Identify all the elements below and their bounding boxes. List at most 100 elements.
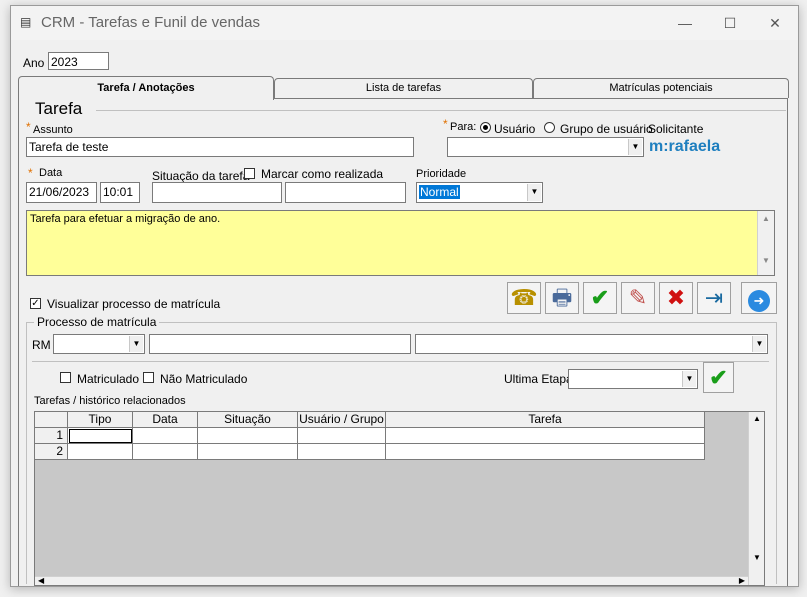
table-cell[interactable] [298, 444, 386, 460]
assunto-label: Assunto [33, 124, 73, 136]
minimize-button[interactable]: — [670, 12, 700, 34]
check-icon: ✔ [590, 285, 610, 310]
usuario-label: Usuário [494, 122, 536, 136]
table-cell[interactable] [198, 444, 298, 460]
prioridade-label: Prioridade [416, 168, 467, 180]
ultima-etapa-select[interactable]: ▼ [568, 369, 698, 389]
historico-grid[interactable]: Tipo Data Situação Usuário / Grupo Taref… [34, 411, 765, 586]
scroll-right-icon[interactable]: ▶ [739, 576, 745, 585]
phone-icon: ☎ [510, 285, 538, 310]
scroll-left-icon[interactable]: ◀ [38, 576, 44, 585]
required-star: * [26, 120, 31, 134]
processo-title: Processo de matrícula [34, 315, 160, 329]
scroll-down-icon[interactable]: ▼ [749, 553, 764, 562]
row-number: 1 [35, 428, 68, 444]
data-date-input[interactable]: 21/06/2023 [26, 182, 97, 203]
window-title: CRM - Tarefas e Funil de vendas [41, 14, 260, 31]
scroll-down-icon[interactable]: ▼ [758, 256, 774, 265]
ano-label: Ano [23, 56, 45, 70]
historico-title: Tarefas / histórico relacionados [34, 395, 186, 407]
table-cell[interactable] [298, 428, 386, 444]
confirm-button[interactable]: ✔ [583, 282, 617, 314]
prioridade-value: Normal [419, 185, 460, 199]
check-icon: ✔ [709, 365, 728, 390]
para-label: Para: [450, 121, 477, 133]
chevron-down-icon[interactable]: ▼ [527, 184, 541, 201]
column-header[interactable]: Situação [198, 412, 298, 428]
visualizar-processo-label: Visualizar processo de matrícula [47, 297, 221, 311]
grid-vertical-scrollbar[interactable]: ▲ ▼ [748, 412, 764, 585]
title-bar: ▤ CRM - Tarefas e Funil de vendas — ☐ ✕ [11, 6, 798, 40]
eraser-button[interactable]: ✎ [621, 282, 655, 314]
radio-grupo-de-usuario[interactable] [544, 122, 555, 133]
column-header[interactable]: Tarefa [386, 412, 705, 428]
chevron-down-icon[interactable]: ▼ [752, 336, 766, 352]
descricao-text: Tarefa para efetuar a migração de ano. [30, 213, 221, 225]
rm-select[interactable]: ▼ [53, 334, 145, 354]
crm-window: ▤ CRM - Tarefas e Funil de vendas — ☐ ✕ … [10, 5, 799, 587]
confirm-etapa-button[interactable]: ✔ [703, 362, 734, 393]
grid-corner [35, 412, 68, 428]
prioridade-select[interactable]: Normal ▼ [416, 182, 543, 203]
column-header[interactable]: Tipo [68, 412, 133, 428]
chevron-down-icon[interactable]: ▼ [129, 336, 143, 352]
tab-tarefa-anotacoes[interactable]: Tarefa / Anotações [18, 76, 274, 100]
ano-input[interactable]: 2023 [48, 52, 109, 70]
table-cell[interactable] [133, 428, 198, 444]
visualizar-processo-checkbox[interactable]: ✓ [30, 298, 41, 309]
situacao-label: Situação da tarefa [152, 169, 250, 183]
marcar-realizada-label: Marcar como realizada [261, 167, 384, 181]
chevron-down-icon[interactable]: ▼ [682, 371, 696, 387]
exit-button[interactable]: ⇥ [697, 282, 731, 314]
printer-icon: 🖶 [551, 285, 573, 310]
situacao-input-1[interactable] [152, 182, 282, 203]
nao-matriculado-label: Não Matriculado [160, 372, 248, 386]
tab-lista-de-tarefas[interactable]: Lista de tarefas [274, 78, 533, 98]
para-recipient-select[interactable]: ▼ [447, 137, 644, 157]
phone-button[interactable]: ☎ [507, 282, 541, 314]
table-cell[interactable] [386, 428, 705, 444]
matriculado-checkbox[interactable] [60, 372, 71, 383]
scroll-up-icon[interactable]: ▲ [749, 414, 764, 423]
nao-matriculado-checkbox[interactable] [143, 372, 154, 383]
table-cell[interactable] [133, 444, 198, 460]
marcar-realizada-checkbox[interactable] [244, 168, 255, 179]
exit-door-icon: ⇥ [704, 285, 724, 310]
solicitante-value: m:rafaela [649, 138, 721, 155]
data-label: Data [39, 167, 63, 179]
close-button[interactable]: ✕ [760, 12, 790, 34]
scroll-up-icon[interactable]: ▲ [758, 214, 774, 223]
situacao-input-2[interactable] [285, 182, 406, 203]
table-cell[interactable] [68, 428, 133, 444]
matriculado-label: Matriculado [77, 372, 140, 386]
assunto-input[interactable]: Tarefa de teste [26, 137, 414, 157]
grid-horizontal-scrollbar[interactable]: ◀ ▶ [35, 576, 748, 585]
table-cell[interactable] [386, 444, 705, 460]
tab-matriculas-potenciais[interactable]: Matrículas potenciais [533, 78, 789, 98]
curso-select[interactable]: ▼ [415, 334, 768, 354]
descricao-scrollbar[interactable]: ▲ ▼ [757, 211, 774, 275]
chevron-down-icon[interactable]: ▼ [628, 139, 642, 155]
required-star: * [28, 166, 33, 180]
delete-x-icon: ✖ [666, 285, 686, 310]
descricao-textarea[interactable]: Tarefa para efetuar a migração de ano. ▲… [26, 210, 775, 276]
required-star: * [443, 117, 448, 131]
crm-app-icon: ▤ [20, 15, 32, 29]
next-button[interactable]: ➜ [741, 282, 777, 314]
data-time-input[interactable]: 10:01 [100, 182, 140, 203]
column-header[interactable]: Data [133, 412, 198, 428]
table-cell[interactable] [68, 444, 133, 460]
arrow-right-icon: ➜ [748, 290, 770, 312]
maximize-button[interactable]: ☐ [715, 12, 745, 34]
section-divider [96, 110, 786, 111]
delete-button[interactable]: ✖ [659, 282, 693, 314]
column-header[interactable]: Usuário / Grupo [298, 412, 386, 428]
section-title-tarefa: Tarefa [35, 99, 83, 118]
grupo-de-usuario-label: Grupo de usuário [560, 122, 653, 136]
radio-usuario[interactable] [480, 122, 491, 133]
ultima-etapa-label: Ultima Etapa [504, 372, 573, 386]
print-button[interactable]: 🖶 [545, 282, 579, 314]
table-cell[interactable] [198, 428, 298, 444]
aluno-name-input[interactable] [149, 334, 411, 354]
rm-label: RM [32, 338, 51, 352]
